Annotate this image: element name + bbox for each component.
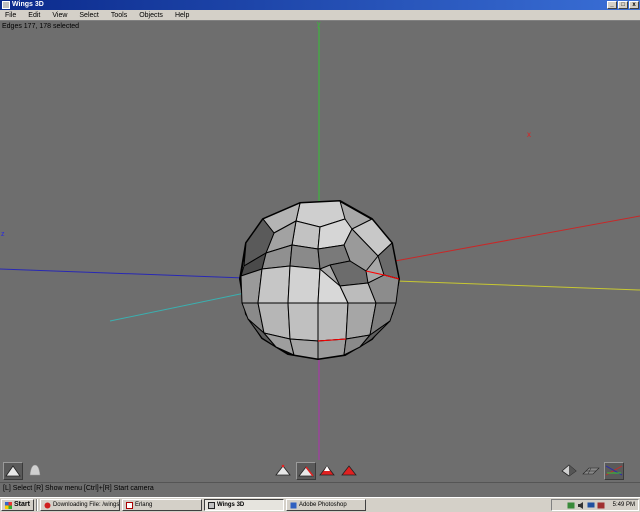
status-bar: [L] Select [R] Show menu [Ctrl]+[R] Star… bbox=[0, 482, 640, 493]
task-label: Wings 3D bbox=[216, 502, 245, 508]
task-label: Erlang bbox=[134, 502, 153, 508]
task-wings3d[interactable]: Wings 3D bbox=[203, 499, 284, 511]
z-axis-negative bbox=[109, 292, 246, 322]
erlang-icon bbox=[125, 501, 133, 509]
edge-select-mode-icon[interactable] bbox=[296, 462, 316, 480]
menu-view[interactable]: View bbox=[46, 10, 73, 21]
menu-bar: File Edit View Select Tools Objects Help bbox=[0, 10, 640, 21]
menu-help[interactable]: Help bbox=[169, 10, 195, 21]
sphere-mesh bbox=[239, 200, 400, 360]
task-photoshop[interactable]: Adobe Photoshop bbox=[285, 499, 366, 511]
maximize-button[interactable]: □ bbox=[618, 1, 628, 9]
menu-objects[interactable]: Objects bbox=[133, 10, 169, 21]
3d-viewport[interactable]: Edges 177, 178 selected y x z bbox=[0, 21, 640, 460]
browser-icon bbox=[44, 502, 51, 508]
menu-edit[interactable]: Edit bbox=[22, 10, 46, 21]
z-axis-label: z bbox=[1, 231, 5, 238]
clock: 5:49 PM bbox=[612, 502, 635, 508]
body-select-mode-icon[interactable] bbox=[340, 462, 360, 480]
window-title: Wings 3D bbox=[12, 1, 44, 8]
vertex-select-mode-icon[interactable] bbox=[274, 462, 294, 480]
z-axis-positive bbox=[0, 268, 246, 279]
icon-toolbar bbox=[0, 460, 640, 482]
x-axis-negative bbox=[395, 280, 640, 291]
taskbar-separator bbox=[35, 499, 38, 511]
start-button[interactable]: Start bbox=[1, 499, 34, 511]
x-axis-positive bbox=[394, 215, 640, 262]
menu-tools[interactable]: Tools bbox=[105, 10, 133, 21]
wireframe-view-icon[interactable] bbox=[560, 462, 580, 480]
title-bar: Wings 3D _ □ x bbox=[0, 0, 640, 10]
menu-file[interactable]: File bbox=[0, 10, 22, 21]
windows-logo-icon bbox=[5, 501, 12, 509]
grid-view-icon[interactable] bbox=[582, 462, 602, 480]
menu-select[interactable]: Select bbox=[73, 10, 104, 21]
shaded-view-button[interactable] bbox=[26, 462, 46, 480]
network-icon[interactable] bbox=[567, 502, 575, 509]
task-erlang[interactable]: Erlang bbox=[121, 499, 202, 511]
wings-icon bbox=[207, 501, 215, 509]
close-button[interactable]: x bbox=[629, 1, 639, 9]
smooth-preview-button[interactable] bbox=[3, 462, 23, 480]
minimize-button[interactable]: _ bbox=[607, 1, 617, 9]
windows-taskbar: Start Downloading File: /wings/... Erlan… bbox=[0, 497, 640, 512]
scene-canvas[interactable]: y x z bbox=[0, 21, 640, 460]
task-label: Adobe Photoshop bbox=[298, 502, 347, 508]
wings-app-icon bbox=[2, 1, 10, 9]
start-label: Start bbox=[14, 501, 30, 508]
task-label: Downloading File: /wings/... bbox=[52, 502, 120, 508]
x-axis-label: x bbox=[527, 130, 531, 139]
system-tray: 5:49 PM bbox=[551, 499, 639, 511]
speaker-icon[interactable] bbox=[577, 501, 585, 509]
photoshop-icon bbox=[290, 502, 297, 508]
task-downloading[interactable]: Downloading File: /wings/... bbox=[39, 499, 120, 511]
face-select-mode-icon[interactable] bbox=[318, 462, 338, 480]
monitor-icon[interactable] bbox=[587, 502, 595, 509]
app-tray-icon[interactable] bbox=[597, 502, 605, 509]
axes-view-icon[interactable] bbox=[604, 462, 624, 480]
y-axis-label: y bbox=[317, 21, 321, 28]
